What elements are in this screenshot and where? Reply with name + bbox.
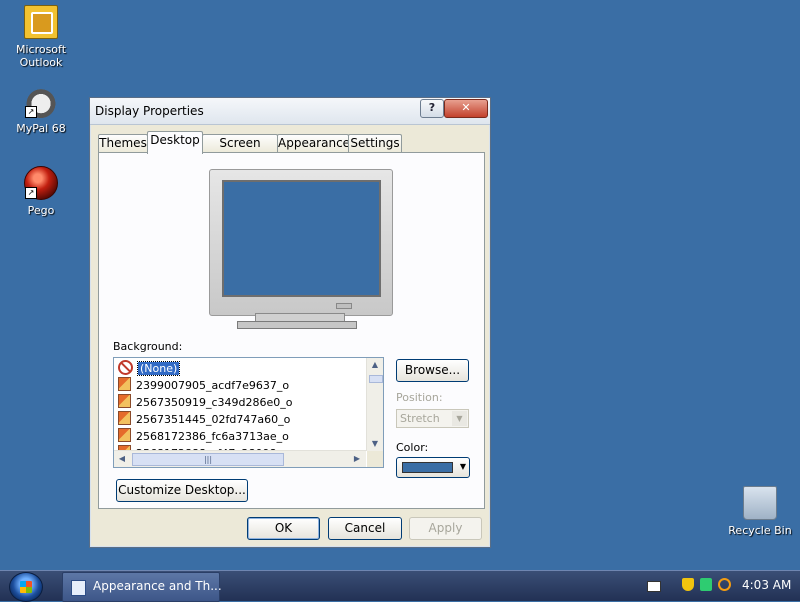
horizontal-scroll-thumb[interactable]: ||| [132,453,284,466]
list-item-label: (None) [136,361,181,376]
scrollbar-corner [367,451,383,467]
taskbar: Appearance and Th... [0,570,800,602]
apply-button: Apply [409,517,482,540]
search-icon[interactable] [718,578,731,591]
scroll-left-icon[interactable]: ◀ [115,452,129,466]
monitor-base [237,321,357,329]
mypal-icon: ↗ [25,86,57,118]
browse-button[interactable]: Browse... [396,359,469,382]
control-panel-icon [71,580,86,596]
network-icon[interactable] [700,578,712,591]
scroll-up-icon[interactable]: ▲ [368,358,382,372]
display-properties-window: Display Properties ? ✕ Themes Desktop Sc… [89,97,491,548]
desktop-icon-mypal[interactable]: ↗ MyPal 68 [1,86,81,135]
tab-screen-saver[interactable]: Screen Saver [202,134,278,167]
title-bar[interactable]: Display Properties ? ✕ [90,98,490,125]
list-item[interactable]: 2568172386_fc6a3713ae_o [118,428,289,444]
position-label: Position: [396,391,443,404]
list-item[interactable]: 2567350919_c349d286e0_o [118,394,293,410]
pego-icon: ↗ [24,166,58,200]
monitor-preview [209,169,393,316]
tab-settings[interactable]: Settings [348,134,402,153]
desktop-tab-panel: Background: (None) 2399007905_acdf7e9637… [98,152,485,509]
desktop-icon-outlook[interactable]: Microsoft Outlook [1,5,81,69]
list-item-label: 2568172386_fc6a3713ae_o [136,430,289,443]
horizontal-scrollbar[interactable]: ◀ ||| ▶ [114,450,366,467]
background-label: Background: [113,340,183,353]
desktop-icon-label: MyPal 68 [16,122,66,135]
position-value: Stretch [400,412,440,425]
keyboard-icon[interactable] [647,581,661,592]
background-listbox[interactable]: (None) 2399007905_acdf7e9637_o 256735091… [113,357,384,468]
chevron-down-icon: ▼ [452,411,467,426]
outlook-icon [24,5,58,39]
image-file-icon [118,411,131,425]
list-item-label: 2567350919_c349d286e0_o [136,396,293,409]
image-file-icon [118,394,131,408]
position-select[interactable]: Stretch ▼ [396,409,469,428]
list-item[interactable]: (None) [118,360,181,376]
tab-appearance[interactable]: Appearance [277,134,350,153]
desktop-icon-label: Microsoft Outlook [15,43,67,69]
preview-screen [222,180,381,297]
clock[interactable]: 4:03 AM [742,578,791,592]
image-file-icon [118,428,131,442]
desktop-icon-label: Pego [27,204,55,217]
vertical-scroll-thumb[interactable] [369,375,383,383]
chevron-down-icon: ▼ [459,462,466,471]
list-item-label: 2399007905_acdf7e9637_o [136,379,290,392]
vertical-scrollbar[interactable]: ▲ ▼ [366,358,383,451]
color-picker-button[interactable]: ▼ [396,457,470,478]
scroll-right-icon[interactable]: ▶ [350,452,364,466]
no-entry-icon [118,360,133,375]
tab-themes[interactable]: Themes [98,134,148,153]
tab-desktop[interactable]: Desktop [147,131,203,154]
color-swatch [402,462,453,473]
cancel-button[interactable]: Cancel [328,517,402,540]
list-item[interactable]: 2399007905_acdf7e9637_o [118,377,289,393]
taskbar-task-appearance[interactable]: Appearance and Th... [62,572,222,602]
close-button[interactable]: ✕ [444,99,488,118]
scroll-down-icon[interactable]: ▼ [368,437,382,451]
shortcut-arrow-icon: ↗ [25,106,37,118]
scroll-grip-icon: ||| [203,455,213,464]
desktop-icon-pego[interactable]: ↗ Pego [1,166,81,217]
list-item-label: 2567351445_02fd747a60_o [136,413,291,426]
task-label: Appearance and Th... [93,579,222,593]
customize-desktop-button[interactable]: Customize Desktop... [116,479,248,502]
shield-icon[interactable] [682,578,694,591]
shortcut-arrow-icon: ↗ [25,187,37,199]
desktop-icon-label: Recycle Bin [728,524,792,537]
monitor-button [336,303,352,309]
recycle-bin-icon [743,486,777,520]
desktop-icon-recycle-bin[interactable]: Recycle Bin [720,486,800,537]
list-item[interactable]: 2567351445_02fd747a60_o [118,411,290,427]
help-button[interactable]: ? [420,99,444,118]
ok-button[interactable]: OK [247,517,320,540]
help-icon: ? [428,101,436,114]
image-file-icon [118,377,131,391]
start-button[interactable] [9,572,43,602]
color-label: Color: [396,441,429,454]
close-icon: ✕ [461,101,471,114]
window-title: Display Properties [95,104,204,118]
